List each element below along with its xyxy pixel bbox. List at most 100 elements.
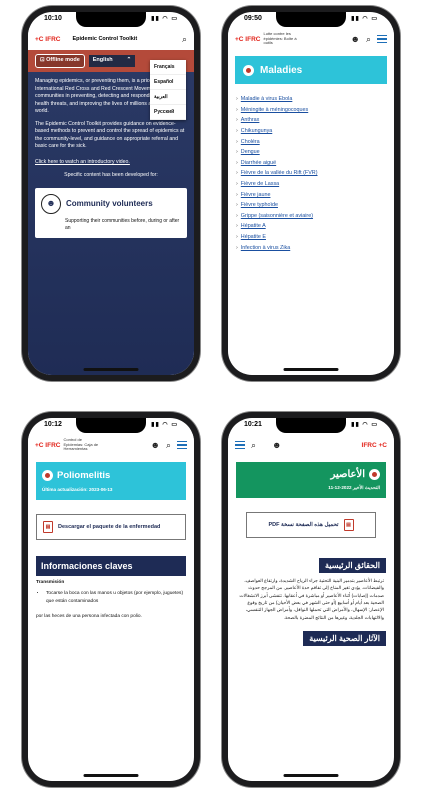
app-header: ⌕ ☻ IFRC +C xyxy=(228,434,394,456)
specific-content-text: Specific content has been developed for: xyxy=(64,172,158,179)
offline-mode-button[interactable]: ⊡ Offline mode xyxy=(35,54,85,68)
ifrc-logo[interactable]: +C IFRC xyxy=(35,442,60,449)
list-item[interactable]: Anthrax xyxy=(236,115,386,126)
disease-icon xyxy=(369,469,380,480)
download-package-button[interactable]: ▤ Descargar el paquete de la enfermedad xyxy=(36,514,186,540)
home-indicator xyxy=(283,368,339,371)
app-header: +C IFRC Lutte contre les épidémies: Boît… xyxy=(228,28,394,50)
status-icons: ▮▮ ◠ ▭ xyxy=(351,16,378,22)
home-indicator xyxy=(83,774,139,777)
transmission-label: Transmisión xyxy=(36,580,65,586)
toolkit-paragraph: The Epidemic Control Toolkit provides gu… xyxy=(35,120,185,150)
menu-icon[interactable] xyxy=(177,441,187,449)
status-time: 10:12 xyxy=(44,421,62,428)
list-item[interactable]: Diarrhée aiguë xyxy=(236,158,386,169)
list-item: Tocarse la boca con las manos u objetos … xyxy=(46,590,186,604)
page-banner: Maladies xyxy=(235,56,387,84)
status-icons: ▮▮ ◠ ▭ xyxy=(151,422,178,428)
list-item[interactable]: Choléra xyxy=(236,136,386,147)
list-item[interactable]: Méningite à méningocoques xyxy=(236,105,386,116)
key-facts-heading: Informaciones claves xyxy=(36,556,186,577)
people-icon[interactable]: ☻ xyxy=(150,440,159,450)
menu-icon[interactable] xyxy=(235,441,245,449)
home-indicator xyxy=(83,368,139,371)
app-header: +C IFRC Epidemic Control Toolkit ⌕ xyxy=(28,28,194,50)
last-updated: التحديث الأخير 2022-12-11 xyxy=(328,485,380,490)
key-facts-body: ترتبط الأعاصير بتدمير البنية التحتية جرا… xyxy=(239,578,384,620)
list-item[interactable]: Fièvre typhoïde xyxy=(236,200,386,211)
status-icons: ▮▮ ◠ ▭ xyxy=(351,422,378,428)
home-indicator xyxy=(283,774,339,777)
status-time: 09:50 xyxy=(244,15,262,22)
chevron-up-icon: ⌃ xyxy=(126,57,132,63)
screen: 10:12 ▮▮ ◠ ▭ +C IFRC Control de Epidemia… xyxy=(28,418,194,781)
list-item[interactable]: Chikungunya xyxy=(236,126,386,137)
header-title: Epidemic Control Toolkit xyxy=(72,36,138,42)
last-updated: Última actualización: 2023-06-13 xyxy=(42,487,113,492)
menu-icon[interactable] xyxy=(377,35,387,43)
main-content: ⊡ Offline mode English ⌃ Managing epidemi… xyxy=(28,50,194,375)
list-item[interactable]: Hépatite A xyxy=(236,221,386,232)
screen: 10:10 ▮▮ ◠ ▭ +C IFRC Epidemic Control To… xyxy=(28,12,194,375)
status-time: 10:21 xyxy=(244,421,262,428)
community-volunteers-card[interactable]: ☻ Community volunteers Supporting their c… xyxy=(35,187,187,239)
page-banner: Poliomelitis Última actualización: 2023-… xyxy=(36,462,186,500)
page-title: Maladies xyxy=(260,64,303,76)
search-icon[interactable]: ⌕ xyxy=(166,440,171,451)
ifrc-logo[interactable]: +C IFRC xyxy=(35,36,60,43)
search-icon[interactable]: ⌕ xyxy=(366,34,371,45)
search-icon[interactable]: ⌕ xyxy=(251,440,256,451)
language-dropdown: Français Español العربية Русский xyxy=(150,60,186,120)
key-facts-heading: الحقائق الرئيسية xyxy=(319,558,386,573)
list-item[interactable]: Grippe (saisonnière et aviaire) xyxy=(236,211,386,222)
card-text: Supporting their communities before, dur… xyxy=(65,217,180,232)
disease-list: Maladie à virus Ebola Méningite à méning… xyxy=(228,90,394,257)
main-content: Maladies Maladie à virus Ebola Méningite… xyxy=(228,50,394,375)
status-icons: ▮▮ ◠ ▭ xyxy=(151,16,178,22)
card-title: Community volunteers xyxy=(66,199,153,209)
language-option-arabic[interactable]: العربية xyxy=(150,90,186,105)
app-header: +C IFRC Control de Epidemias: Caja de He… xyxy=(28,434,194,456)
phone-spanish-polio: 10:12 ▮▮ ◠ ▭ +C IFRC Control de Epidemia… xyxy=(22,412,200,787)
language-option-spanish[interactable]: Español xyxy=(150,75,186,90)
phone-arabic-cyclones: 10:21 ▮▮ ◠ ▭ ⌕ ☻ IFRC +C الأعاصير التحدي… xyxy=(222,412,400,787)
logo-subtitle: Lutte contre les épidémies: Boîte à outi… xyxy=(263,31,297,46)
notch xyxy=(76,418,146,433)
screen: 09:50 ▮▮ ◠ ▭ +C IFRC Lutte contre les ép… xyxy=(228,12,394,375)
health-impacts-heading: الآثار الصحية الرئيسية xyxy=(303,631,386,647)
search-icon[interactable]: ⌕ xyxy=(182,34,187,45)
list-item[interactable]: Dengue xyxy=(236,147,386,158)
ifrc-logo[interactable]: +C IFRC xyxy=(235,36,260,43)
main-content: الأعاصير التحديث الأخير 2022-12-11 ▤ تحم… xyxy=(228,456,394,781)
language-option-russian[interactable]: Русский xyxy=(150,105,186,120)
list-item[interactable]: Infection à virus Zika xyxy=(236,242,386,253)
disease-icon xyxy=(243,64,254,76)
page-title: الأعاصير xyxy=(330,469,365,480)
people-icon[interactable]: ☻ xyxy=(350,34,359,44)
list-item[interactable]: Fièvre jaune xyxy=(236,189,386,200)
pdf-icon: ▤ xyxy=(43,521,53,533)
list-item[interactable]: Fièvre de Lassa xyxy=(236,179,386,190)
notch xyxy=(76,12,146,27)
page-title: Poliomelitis xyxy=(57,470,111,481)
ifrc-logo[interactable]: IFRC +C xyxy=(362,442,387,449)
paragraph: por las heces de una persona infectada c… xyxy=(36,613,142,619)
status-time: 10:10 xyxy=(44,15,62,22)
notch xyxy=(276,12,346,27)
screen: 10:21 ▮▮ ◠ ▭ ⌕ ☻ IFRC +C الأعاصير التحدي… xyxy=(228,418,394,781)
phone-english-home: 10:10 ▮▮ ◠ ▭ +C IFRC Epidemic Control To… xyxy=(22,6,200,381)
pdf-icon: ▤ xyxy=(343,519,354,531)
list-item[interactable]: Hépatite E xyxy=(236,232,386,243)
phone-french-diseases: 09:50 ▮▮ ◠ ▭ +C IFRC Lutte contre les ép… xyxy=(222,6,400,381)
list-item[interactable]: Fièvre de la vallée du Rift (FVR) xyxy=(236,168,386,179)
list-item[interactable]: Maladie à virus Ebola xyxy=(236,94,386,105)
language-select[interactable]: English ⌃ xyxy=(88,55,136,67)
people-icon: ☻ xyxy=(41,193,61,214)
intro-video-link[interactable]: Click here to watch an introductory vide… xyxy=(35,159,187,167)
download-pdf-button[interactable]: ▤ تحميل هذه الصفحة نسخة PDF xyxy=(246,512,376,538)
language-option-french[interactable]: Français xyxy=(150,60,186,75)
logo-subtitle: Control de Epidemias: Caja de Herramient… xyxy=(63,437,99,452)
people-icon[interactable]: ☻ xyxy=(272,440,281,450)
notch xyxy=(276,418,346,433)
disease-icon xyxy=(42,470,53,481)
